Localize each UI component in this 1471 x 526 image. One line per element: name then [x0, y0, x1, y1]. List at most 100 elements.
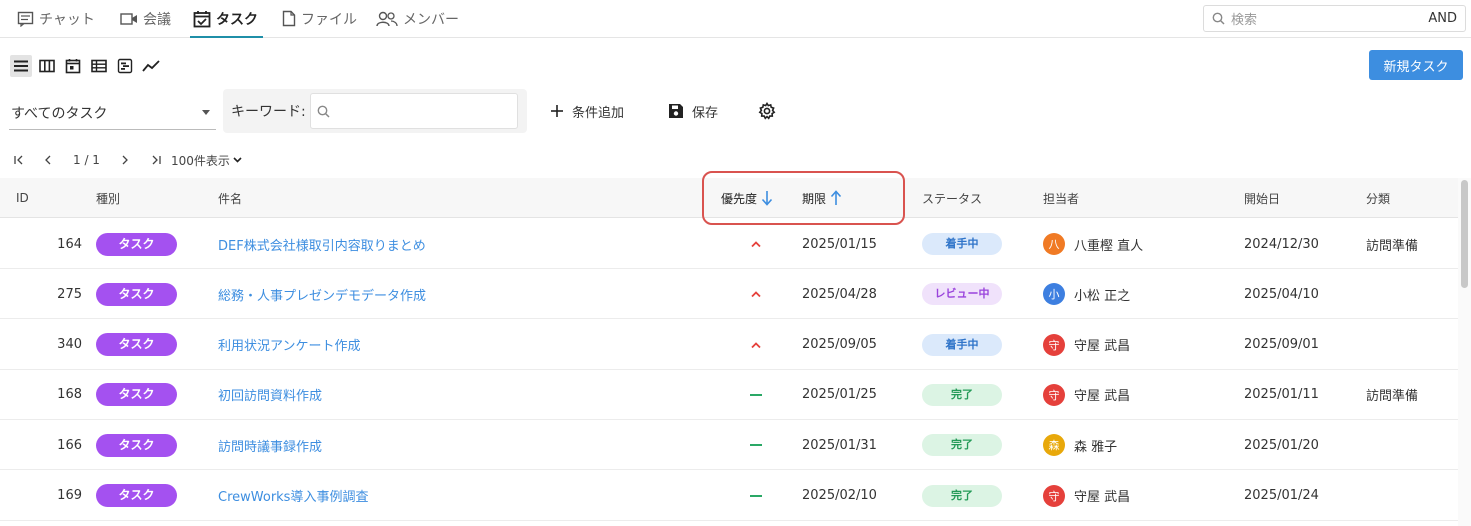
settings-button[interactable] — [758, 100, 776, 122]
prev-page-button[interactable] — [44, 155, 52, 165]
sort-columns-highlight — [702, 171, 905, 225]
tab-label: メンバー — [403, 11, 459, 28]
gantt-view-button[interactable] — [114, 55, 136, 77]
chevron-left-icon — [45, 155, 51, 165]
board-icon — [39, 59, 55, 73]
tab-label: タスク — [216, 11, 258, 28]
next-page-button[interactable] — [121, 155, 129, 165]
status-badge: 着手中 — [922, 233, 1002, 255]
page-indicator: 1 / 1 — [73, 153, 100, 167]
last-page-button[interactable] — [149, 155, 161, 165]
column-header-category[interactable]: 分類 — [1366, 178, 1390, 218]
avatar: 八 — [1043, 233, 1065, 255]
task-due: 2025/01/31 — [802, 437, 877, 453]
task-title-link[interactable]: 総務・人事プレゼンデモデータ作成 — [218, 269, 426, 319]
table-row[interactable]: 340 タスク 利用状況アンケート作成 2025/09/05 着手中 守 守屋 … — [0, 320, 1458, 370]
task-assignee[interactable]: 守 守屋 武昌 — [1043, 370, 1130, 420]
calendar-check-icon — [193, 10, 211, 27]
task-title-link[interactable]: 訪問時議事録作成 — [218, 420, 322, 470]
search-icon — [317, 105, 330, 118]
video-icon — [120, 12, 137, 25]
calendar-view-button[interactable] — [62, 55, 84, 77]
column-header-status[interactable]: ステータス — [922, 178, 982, 218]
table-row[interactable]: 168 タスク 初回訪問資料作成 2025/01/25 完了 守 守屋 武昌 2… — [0, 370, 1458, 420]
list-icon — [14, 60, 28, 72]
task-start: 2025/01/11 — [1244, 387, 1319, 403]
tab-file[interactable]: ファイル — [282, 0, 357, 37]
search-mode-toggle[interactable]: AND — [1428, 11, 1457, 26]
search-input[interactable]: 検索 AND — [1203, 5, 1466, 32]
chat-icon — [17, 11, 34, 27]
table-row[interactable]: 169 タスク CrewWorks導入事例調査 2025/02/10 完了 守 … — [0, 471, 1458, 521]
task-priority — [748, 471, 764, 521]
members-icon — [376, 11, 398, 26]
avatar: 森 — [1043, 434, 1065, 457]
task-status: 完了 — [922, 370, 1002, 420]
task-status: 着手中 — [922, 320, 1002, 370]
task-kind: タスク — [96, 420, 177, 470]
add-condition-button[interactable]: 条件追加 — [550, 100, 624, 122]
list-view-button[interactable] — [10, 55, 32, 77]
task-due: 2025/04/28 — [802, 286, 877, 302]
last-page-icon — [152, 155, 161, 165]
tab-members[interactable]: メンバー — [376, 0, 459, 37]
task-start: 2024/12/30 — [1244, 236, 1319, 252]
caret-down-icon — [202, 110, 210, 115]
task-assignee[interactable]: 守 守屋 武昌 — [1043, 320, 1130, 370]
table-scrollbar[interactable] — [1458, 178, 1471, 526]
task-kind: タスク — [96, 370, 177, 420]
column-header-assignee[interactable]: 担当者 — [1043, 178, 1079, 218]
column-label: 分類 — [1366, 191, 1391, 206]
task-due: 2025/01/15 — [802, 236, 877, 252]
task-assignee[interactable]: 八 八重樫 直人 — [1043, 219, 1143, 269]
per-page-value: 100件表示 — [170, 153, 230, 168]
task-start: 2025/01/20 — [1244, 437, 1319, 453]
priority-high-icon — [751, 291, 761, 298]
table-row[interactable]: 275 タスク 総務・人事プレゼンデモデータ作成 2025/04/28 レビュー… — [0, 269, 1458, 320]
table-view-button[interactable] — [88, 55, 110, 77]
kind-badge: タスク — [96, 282, 177, 306]
column-header-start[interactable]: 開始日 — [1244, 178, 1280, 218]
task-title-link[interactable]: DEF株式会社様取引内容取りまとめ — [218, 219, 426, 269]
task-assignee[interactable]: 小 小松 正之 — [1043, 269, 1130, 319]
tab-chat[interactable]: チャット — [17, 0, 95, 37]
task-filter-select[interactable]: すべてのタスク — [9, 96, 216, 130]
column-header-kind[interactable]: 種別 — [96, 178, 120, 218]
task-priority — [748, 219, 764, 269]
board-view-button[interactable] — [36, 55, 58, 77]
avatar: 守 — [1043, 484, 1065, 507]
first-page-button[interactable] — [14, 155, 26, 165]
task-assignee[interactable]: 森 森 雅子 — [1043, 420, 1117, 470]
task-title-link[interactable]: 利用状況アンケート作成 — [218, 320, 360, 370]
task-start: 2025/01/24 — [1244, 488, 1319, 503]
keyword-input[interactable] — [309, 93, 518, 129]
table-row[interactable]: 164 タスク DEF株式会社様取引内容取りまとめ 2025/01/15 着手中… — [0, 219, 1458, 269]
avatar: 守 — [1043, 383, 1065, 406]
new-task-button[interactable]: 新規タスク — [1369, 50, 1463, 80]
scrollbar-thumb[interactable] — [1461, 180, 1468, 288]
tab-meeting[interactable]: 会議 — [120, 0, 171, 37]
task-assignee[interactable]: 守 守屋 武昌 — [1043, 471, 1130, 521]
save-button[interactable]: 保存 — [668, 100, 718, 122]
keyword-label: キーワード: — [231, 104, 306, 120]
task-kind: タスク — [96, 219, 177, 269]
gantt-icon — [117, 58, 133, 74]
task-title-link[interactable]: 初回訪問資料作成 — [218, 370, 322, 420]
tab-task[interactable]: タスク — [190, 0, 263, 38]
plus-icon — [551, 105, 563, 117]
task-title-link[interactable]: CrewWorks導入事例調査 — [218, 471, 368, 521]
column-header-title[interactable]: 件名 — [218, 178, 242, 218]
column-header-id[interactable]: ID — [16, 178, 29, 218]
chart-view-button[interactable] — [140, 55, 162, 77]
status-badge: 完了 — [922, 383, 1002, 406]
task-id: 164 — [57, 236, 82, 252]
task-due: 2025/09/05 — [802, 337, 877, 353]
kind-badge: タスク — [96, 383, 177, 407]
kind-badge: タスク — [96, 333, 177, 357]
per-page-select[interactable]: 100件表示 — [171, 152, 242, 169]
view-switcher — [10, 50, 162, 82]
table-row[interactable]: 166 タスク 訪問時議事録作成 2025/01/31 完了 森 森 雅子 20… — [0, 420, 1458, 471]
save-label: 保存 — [692, 105, 719, 121]
priority-high-icon — [751, 241, 761, 248]
gear-icon — [758, 102, 776, 120]
